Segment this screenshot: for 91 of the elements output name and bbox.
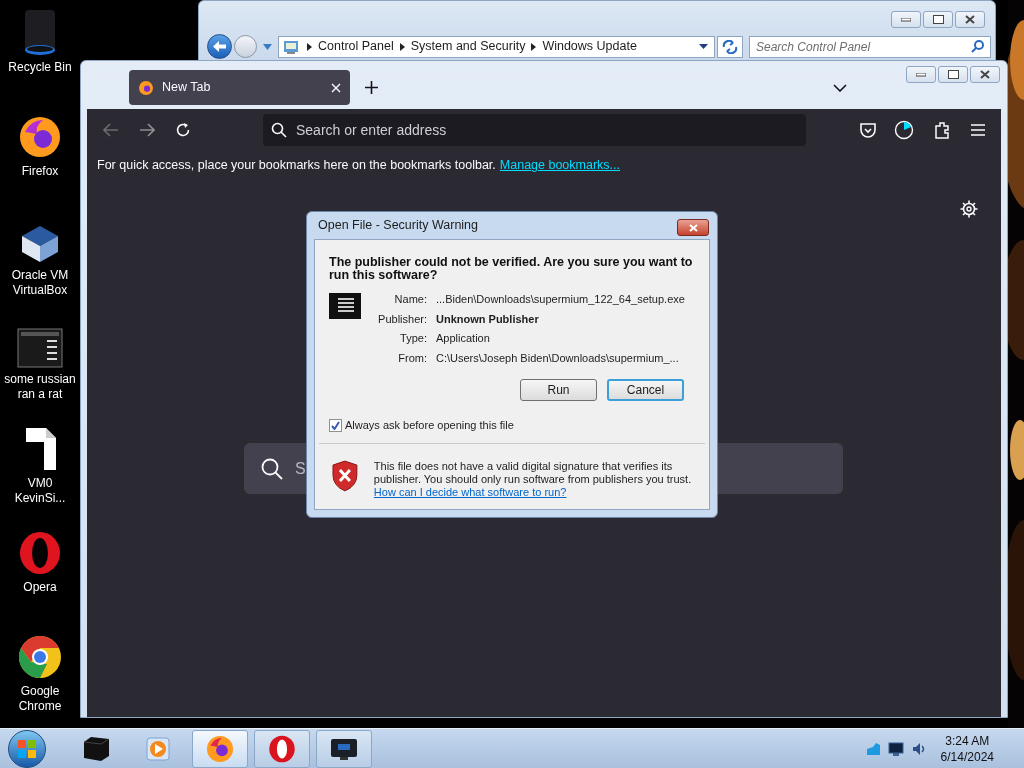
clock-date[interactable]: 6/14/2024 [940,748,994,765]
back-arrow-icon [213,41,226,52]
search-icon [271,122,287,138]
checkbox[interactable] [329,418,342,432]
breadcrumb-item[interactable]: System and Security [410,37,526,56]
maximize-icon [947,70,959,79]
minimize-icon [901,17,911,22]
checkbox-label[interactable]: Always ask before opening this file [345,417,514,434]
maximize-button[interactable] [923,11,953,28]
maximize-icon [932,15,944,24]
search-field[interactable]: Search Control Panel [749,35,991,58]
extensions-icon[interactable] [934,121,951,139]
dialog-title: Open File - Security Warning [318,217,478,235]
search-icon [261,457,283,480]
back-button[interactable] [207,34,232,59]
placeholder-text: S [295,458,306,479]
refresh-button[interactable] [717,35,743,58]
maximize-button[interactable] [938,66,968,83]
breadcrumb-item[interactable]: Windows Update [542,37,637,56]
forward-arrow-icon[interactable] [139,123,155,137]
chevron-down-icon[interactable] [833,83,847,92]
minimize-icon [916,72,926,77]
manage-bookmarks-link[interactable]: Manage bookmarks... [499,155,620,175]
help-link[interactable]: How can I decide what software to run? [373,485,692,499]
close-button[interactable] [677,219,709,236]
clock-time[interactable]: 3:24 AM [945,732,990,749]
tab-title: New Tab [162,79,212,97]
desktop-icon-label[interactable]: Recycle Bin [1,60,79,75]
field-value: Unknown Publisher [436,311,540,326]
chevron-right-icon [531,42,537,51]
address-bar[interactable]: Control Panel System and Security Windows Update [278,35,715,58]
chevron-right-icon [307,42,312,51]
refresh-icon [722,39,738,54]
dialog-button[interactable]: Cancel [607,379,684,401]
new-tab-icon[interactable] [365,81,378,94]
program-icon [329,293,361,319]
field-value: Application [436,331,491,346]
warning-text: This file does not have a valid digital signature that verifies its publisher. You should only run software from publishers you trust. [373,459,692,486]
close-button[interactable] [970,66,1000,83]
desktop-icon-label[interactable]: VM0 KevinSi... [1,476,79,506]
field-label: Publisher: [377,311,427,326]
back-arrow-icon[interactable] [103,123,119,137]
checkmark-icon [331,420,340,430]
taskbar-button[interactable] [192,729,248,768]
reload-icon[interactable] [175,122,191,138]
firefox-icon [17,114,63,160]
close-icon [688,223,698,232]
field-label: Type: [399,331,427,346]
desktop-icon-label[interactable]: Google Chrome [1,684,79,714]
browser-tab[interactable]: New Tab [129,70,350,105]
close-icon [980,70,990,79]
shield-error-icon [332,459,358,492]
taskbar-button[interactable] [316,729,372,768]
field-value: C:\Users\Joseph Biden\Downloads\supermium_... [436,350,680,365]
windows-logo-icon [18,739,36,758]
field-value: ...Biden\Downloads\supermium_122_64_setup.exe [436,292,685,307]
desktop-icon-label[interactable]: Firefox [1,164,79,179]
desktop-icon-label[interactable]: Opera [1,580,79,595]
settings-icon[interactable] [960,200,978,218]
field-label: Name: [393,292,427,307]
menu-icon[interactable] [971,124,985,136]
start-button[interactable] [8,729,46,768]
monitor-icon[interactable] [887,741,904,756]
chrome-icon [17,634,63,680]
close-icon[interactable] [331,82,341,93]
desktop-icon-label[interactable]: some russian ran a rat [1,372,79,402]
desktop-icon-label[interactable]: Oracle VM VirtualBox [1,268,79,298]
breadcrumb-item[interactable]: Control Panel [318,37,394,56]
account-icon[interactable] [894,120,914,140]
pocket-icon[interactable] [860,122,876,138]
firefox-icon [138,79,154,96]
search-icon [971,40,984,53]
close-icon [965,15,975,24]
dialog-button[interactable]: Run [520,379,597,401]
firefox-icon [205,733,235,764]
warning-heading: The publisher could not be verified. Are you sure you want to run this software? [329,256,694,282]
play-icon [146,736,170,761]
placeholder-text: Search Control Panel [756,38,872,56]
bookmarks-hint: For quick access, place your bookmarks here on the bookmarks toolbar. [97,156,496,174]
chevron-right-icon [399,42,405,51]
terminal-window-icon [17,328,63,368]
close-button[interactable] [955,11,985,28]
trash-bin-icon [22,10,58,56]
field-label: From: [397,350,427,365]
opera-icon [18,530,62,576]
dropdown-caret-icon[interactable] [699,44,708,49]
placeholder-text: Search or enter address [296,120,448,140]
cube-icon [81,735,111,762]
opera-icon [268,733,296,764]
address-bar[interactable]: Search or enter address [263,114,806,146]
monitor-icon [330,737,358,760]
